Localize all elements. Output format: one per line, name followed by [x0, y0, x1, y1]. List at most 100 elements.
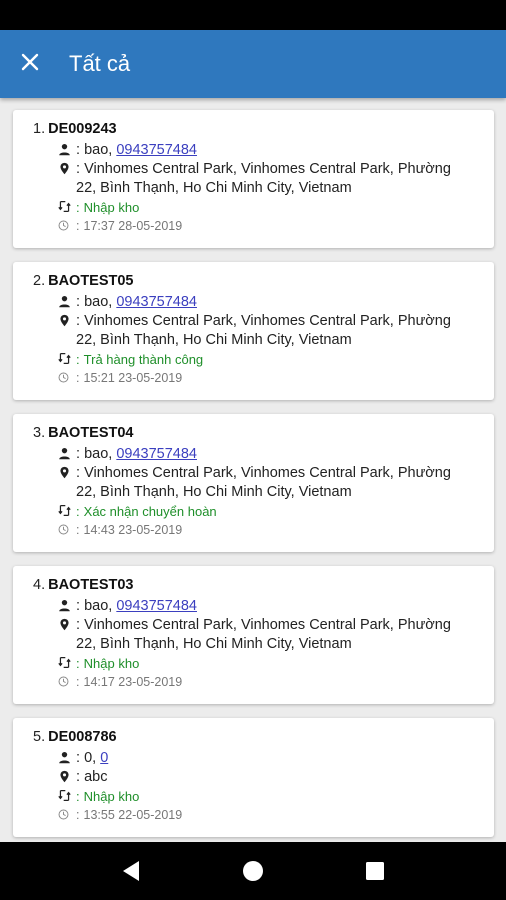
order-time-row: : 15:21 23-05-2019: [33, 369, 480, 388]
person-icon: [58, 445, 72, 461]
order-address-line2: 22, Bình Thạnh, Ho Chi Minh City, Vietna…: [76, 180, 352, 196]
field-separator: :: [76, 200, 80, 215]
field-separator: :: [76, 294, 81, 310]
person-icon: [58, 141, 72, 157]
order-address: : Vinhomes Central Park, Vinhomes Centra…: [76, 464, 480, 502]
order-time: 14:43 23-05-2019: [83, 523, 183, 537]
system-navigation-bar: [0, 842, 506, 900]
order-card[interactable]: 1. DE009243 : bao, 0943757484 : Vinhomes…: [13, 110, 494, 248]
order-address-line1: Vinhomes Central Park, Vinhomes Central …: [84, 161, 451, 177]
field-separator: :: [76, 504, 80, 519]
order-status: Xác nhận chuyển hoàn: [83, 504, 217, 519]
order-index: 4.: [33, 577, 46, 593]
order-card[interactable]: 5. DE008786 : 0, 0 : abc : Nhập kho : 13…: [13, 718, 494, 837]
location-pin-icon: [58, 160, 72, 176]
order-code: DE008786: [48, 729, 117, 745]
order-recipient-row: : bao, 0943757484: [33, 141, 480, 160]
order-address: : Vinhomes Central Park, Vinhomes Centra…: [76, 312, 480, 350]
back-triangle-icon: [123, 861, 139, 881]
swap-icon: [58, 502, 72, 518]
order-address-row: : Vinhomes Central Park, Vinhomes Centra…: [33, 464, 480, 502]
clock-icon: [58, 673, 72, 689]
order-recipient-row: : bao, 0943757484: [33, 293, 480, 312]
recents-button[interactable]: [355, 851, 395, 891]
person-icon: [58, 749, 72, 765]
field-separator: :: [76, 769, 81, 785]
order-address-row: : Vinhomes Central Park, Vinhomes Centra…: [33, 160, 480, 198]
field-separator: :: [76, 808, 80, 822]
location-pin-icon: [58, 312, 72, 328]
order-address-line2: 22, Bình Thạnh, Ho Chi Minh City, Vietna…: [76, 484, 352, 500]
phone-link[interactable]: 0943757484: [116, 293, 197, 312]
order-list[interactable]: 1. DE009243 : bao, 0943757484 : Vinhomes…: [0, 98, 506, 842]
order-time-row: : 14:17 23-05-2019: [33, 673, 480, 692]
order-status-row: : Nhập kho: [33, 787, 480, 806]
swap-icon: [58, 654, 72, 670]
field-separator: :: [76, 465, 81, 481]
field-separator: :: [76, 313, 81, 329]
order-status: Nhập kho: [83, 789, 140, 804]
order-index: 5.: [33, 729, 46, 745]
order-index: 3.: [33, 425, 46, 441]
order-code: BAOTEST04: [48, 425, 134, 441]
field-separator: :: [76, 352, 80, 367]
recipient-name: bao,: [84, 294, 113, 310]
home-button[interactable]: [233, 851, 273, 891]
home-circle-icon: [243, 861, 263, 881]
order-recipient-row: : bao, 0943757484: [33, 597, 480, 616]
phone-link[interactable]: 0943757484: [116, 445, 197, 464]
field-separator: :: [76, 161, 81, 177]
order-code: BAOTEST05: [48, 273, 134, 289]
order-card[interactable]: 2. BAOTEST05 : bao, 0943757484 : Vinhome…: [13, 262, 494, 400]
phone-link[interactable]: 0943757484: [116, 141, 197, 160]
order-status: Nhập kho: [83, 656, 140, 671]
order-code-row: 5. DE008786: [33, 728, 480, 747]
location-pin-icon: [58, 768, 72, 784]
app-bar: Tất cả: [0, 30, 506, 98]
swap-icon: [58, 787, 72, 803]
phone-link[interactable]: 0943757484: [116, 597, 197, 616]
order-recipient-row: : bao, 0943757484: [33, 445, 480, 464]
order-code-row: 4. BAOTEST03: [33, 576, 480, 595]
field-separator: :: [76, 750, 81, 766]
person-icon: [58, 597, 72, 613]
order-status-row: : Nhập kho: [33, 198, 480, 217]
order-code: BAOTEST03: [48, 577, 134, 593]
field-separator: :: [76, 142, 81, 158]
order-status: Trả hàng thành công: [83, 352, 204, 367]
field-separator: :: [76, 446, 81, 462]
order-address: : abc: [76, 768, 480, 787]
order-status-row: : Trả hàng thành công: [33, 350, 480, 369]
field-separator: :: [76, 656, 80, 671]
field-separator: :: [76, 675, 80, 689]
person-icon: [58, 293, 72, 309]
location-pin-icon: [58, 464, 72, 480]
order-code-row: 2. BAOTEST05: [33, 272, 480, 291]
close-icon: [21, 53, 39, 76]
clock-icon: [58, 217, 72, 233]
order-status: Nhập kho: [83, 200, 140, 215]
order-address-line1: Vinhomes Central Park, Vinhomes Central …: [84, 313, 451, 329]
order-time: 17:37 28-05-2019: [83, 219, 183, 233]
close-button[interactable]: [0, 30, 60, 98]
order-time-row: : 17:37 28-05-2019: [33, 217, 480, 236]
order-card[interactable]: 3. BAOTEST04 : bao, 0943757484 : Vinhome…: [13, 414, 494, 552]
swap-icon: [58, 350, 72, 366]
order-card[interactable]: 4. BAOTEST03 : bao, 0943757484 : Vinhome…: [13, 566, 494, 704]
order-address: : Vinhomes Central Park, Vinhomes Centra…: [76, 160, 480, 198]
field-separator: :: [76, 789, 80, 804]
order-code: DE009243: [48, 121, 117, 137]
clock-icon: [58, 369, 72, 385]
location-pin-icon: [58, 616, 72, 632]
phone-link[interactable]: 0: [100, 749, 108, 768]
order-index: 2.: [33, 273, 46, 289]
back-button[interactable]: [111, 851, 151, 891]
order-time: 13:55 22-05-2019: [83, 808, 183, 822]
order-address-line1: Vinhomes Central Park, Vinhomes Central …: [84, 617, 451, 633]
order-code-row: 3. BAOTEST04: [33, 424, 480, 443]
clock-icon: [58, 806, 72, 822]
recipient-name: bao,: [84, 446, 113, 462]
order-address-line2: 22, Bình Thạnh, Ho Chi Minh City, Vietna…: [76, 636, 352, 652]
order-address-row: : abc: [33, 768, 480, 787]
order-recipient-row: : 0, 0: [33, 749, 480, 768]
